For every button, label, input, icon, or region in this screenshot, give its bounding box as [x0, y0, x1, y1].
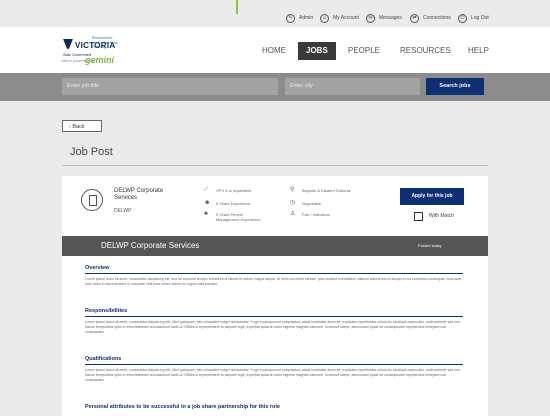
apply-button[interactable]: Apply for this job: [400, 188, 464, 205]
nav-home[interactable]: HOME: [262, 42, 286, 60]
mail-icon: ✉: [366, 13, 375, 23]
type-detail: ♙ Part / Individual: [290, 211, 330, 217]
section-rule: [85, 273, 463, 274]
utility-bar: ✎ Admin ☺ My Account ✉ Messages ⇄ Connection…: [0, 0, 550, 27]
management-detail: ♣ 5 Years People Management Experience: [204, 211, 261, 222]
nav-jobs[interactable]: JOBS: [298, 42, 336, 60]
admin-icon: ✎: [286, 13, 295, 23]
section-heading: Qualifications: [85, 356, 122, 362]
location-icon: ⚲: [290, 187, 295, 193]
section-heading: Overview: [85, 265, 110, 271]
section-text: Lorem ipsum dolor sit amet, consectetur …: [85, 368, 462, 382]
admin-link[interactable]: ✎ Admin: [286, 11, 313, 25]
gemini-logo: gemini: [85, 55, 115, 65]
section-rule: [85, 364, 463, 365]
people-icon: ♣: [204, 211, 208, 217]
section-text: Lorem ipsum dolor sit amet, consectetur …: [85, 320, 462, 334]
logout-icon: ⏻: [458, 13, 467, 23]
location-detail: ⚲ Bayside & Eastern Suburbs: [290, 187, 351, 193]
back-button[interactable]: ‹ Back: [62, 120, 102, 132]
grade-detail: ⟋ VPS 4 or equivalent: [204, 187, 252, 193]
divider: [62, 165, 488, 166]
section-heading: Personal attributes to be successful in …: [85, 404, 280, 410]
watch-label: With Match: [429, 213, 455, 219]
job-summary-card: DELWP Corporate Services DELWP ⟋ VPS 4 or…: [62, 176, 488, 238]
company-short: DELWP: [114, 208, 132, 214]
logout-link[interactable]: ⏻ Log Out: [458, 11, 489, 25]
connections-icon: ⇄: [410, 13, 419, 23]
section-heading: Responsibilities: [85, 308, 128, 314]
section-rule: [85, 316, 463, 317]
connections-link[interactable]: ⇄ Connections: [410, 11, 451, 25]
document-icon: [81, 189, 103, 211]
user-icon: ☺: [320, 13, 329, 23]
victoria-mark-icon: [63, 38, 73, 49]
nav-people[interactable]: PEOPLE: [348, 42, 380, 60]
person-icon: ☻: [204, 200, 211, 206]
job-title-input[interactable]: Enter job title: [62, 78, 278, 95]
graph-icon: ⟋: [204, 187, 209, 193]
nav-resources[interactable]: RESOURCES: [400, 42, 451, 60]
my-account-link[interactable]: ☺ My Account: [320, 11, 359, 25]
city-input[interactable]: Enter city: [285, 78, 420, 95]
clock-icon: ◷: [290, 200, 296, 206]
job-search-bar: Enter job title Enter city Search jobs: [0, 73, 550, 101]
watch-checkbox[interactable]: [414, 212, 423, 221]
messages-link[interactable]: ✉ Messages: [366, 11, 402, 25]
department-name: Environment, Land, Water and Planning: [92, 36, 118, 49]
salary-detail: ◷ Negotiable: [290, 200, 322, 206]
experience-detail: ☻ 5 Years Experience: [204, 200, 251, 206]
section-text: Lorem ipsum dolor sit amet, consectetur …: [85, 277, 462, 286]
search-jobs-button[interactable]: Search jobs: [426, 78, 484, 95]
user-outline-icon: ♙: [290, 211, 296, 217]
main-header: VICTORIA State Government Environment, L…: [0, 27, 550, 73]
job-band-title: DELWP Corporate Services: [101, 241, 200, 250]
posted-date: Posted today: [418, 243, 442, 248]
page-title: Job Post: [70, 146, 113, 158]
job-description: Overview Lorem ipsum dolor sit amet, con…: [62, 256, 488, 416]
company-name: DELWP Corporate Services: [114, 188, 164, 201]
nav-help[interactable]: HELP: [468, 42, 489, 60]
